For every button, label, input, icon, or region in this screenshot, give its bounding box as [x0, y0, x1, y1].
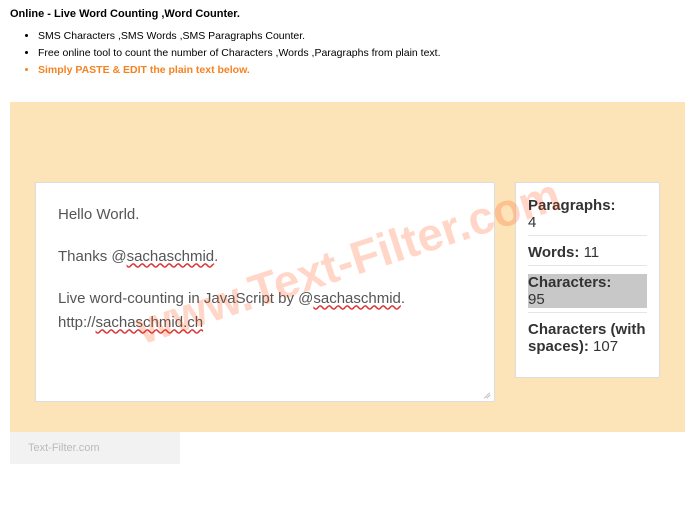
- stat-characters: Characters: 95: [528, 274, 647, 313]
- resize-handle-icon[interactable]: [480, 387, 492, 399]
- footer-credit: Text-Filter.com: [10, 432, 180, 464]
- spelling-error: sachaschmid.ch: [96, 314, 204, 331]
- stat-value: 107: [593, 338, 618, 355]
- editor-text: .: [214, 248, 218, 265]
- editor-line: Hello World.: [58, 203, 472, 227]
- spelling-error: sachaschmid: [313, 290, 401, 307]
- text-editor[interactable]: Hello World. Thanks @sachaschmid. Live w…: [35, 182, 495, 402]
- stats-panel: Paragraphs: 4 Words: 11 Characters: 95 C…: [515, 182, 660, 378]
- stat-label: Words:: [528, 244, 579, 261]
- page-header: Online - Live Word Counting ,Word Counte…: [0, 0, 695, 82]
- stat-words: Words: 11: [528, 244, 647, 266]
- feature-list: SMS Characters ,SMS Words ,SMS Paragraph…: [10, 28, 685, 78]
- main-stage: www.Text-Filter.com Hello World. Thanks …: [10, 102, 685, 432]
- stat-paragraphs: Paragraphs: 4: [528, 197, 647, 236]
- editor-text: Live word-counting in JavaScript by @: [58, 290, 313, 307]
- editor-line: Thanks @sachaschmid.: [58, 245, 472, 269]
- feature-item: Free online tool to count the number of …: [38, 45, 685, 62]
- stat-label: Characters:: [528, 274, 647, 291]
- stat-characters-spaces: Characters (with spaces): 107: [528, 321, 647, 359]
- spelling-error: sachaschmid: [127, 248, 215, 265]
- stat-value: 4: [528, 214, 647, 231]
- editor-text: .: [401, 290, 405, 307]
- page-title: Online - Live Word Counting ,Word Counte…: [10, 8, 685, 20]
- editor-text: Hello World.: [58, 206, 139, 223]
- feature-item-highlight: Simply PASTE & EDIT the plain text below…: [38, 62, 685, 79]
- editor-text: Thanks @: [58, 248, 127, 265]
- stat-label: Paragraphs:: [528, 197, 647, 214]
- feature-item: SMS Characters ,SMS Words ,SMS Paragraph…: [38, 28, 685, 45]
- editor-line: Live word-counting in JavaScript by @sac…: [58, 287, 472, 335]
- panels-row: Hello World. Thanks @sachaschmid. Live w…: [35, 182, 660, 402]
- stat-value: 95: [528, 291, 647, 308]
- stat-value: 11: [584, 244, 600, 261]
- stat-label: Characters (with spaces):: [528, 321, 646, 355]
- editor-text: http://: [58, 314, 96, 331]
